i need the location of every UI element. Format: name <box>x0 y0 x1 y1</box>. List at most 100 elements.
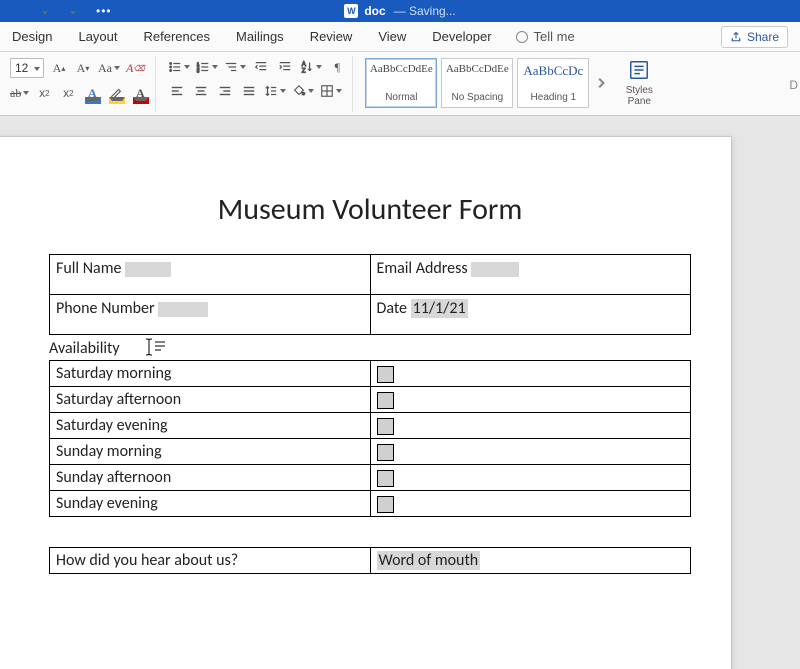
table-row[interactable]: How did you hear about us? Word of mouth <box>50 548 691 574</box>
change-case-icon[interactable]: Aa <box>98 59 120 77</box>
decrease-indent-icon[interactable] <box>252 58 270 76</box>
table-row[interactable]: Saturday afternoon <box>50 387 691 413</box>
highlight-color-icon[interactable] <box>107 84 125 102</box>
availability-table[interactable]: Saturday morning Saturday afternoon Satu… <box>49 360 691 517</box>
sort-icon[interactable]: AZ <box>300 58 322 76</box>
styles-pane-icon <box>628 59 650 81</box>
bullets-icon[interactable] <box>168 58 190 76</box>
styles-pane-label-2: Pane <box>628 96 651 107</box>
text-effects-icon[interactable]: A <box>83 84 101 102</box>
full-name-field[interactable] <box>125 262 171 277</box>
table-row[interactable]: Sunday afternoon <box>50 465 691 491</box>
table-row[interactable]: Saturday morning <box>50 361 691 387</box>
availability-check-cell[interactable] <box>370 387 691 413</box>
align-left-icon[interactable] <box>168 82 186 100</box>
table-row[interactable]: Sunday morning <box>50 439 691 465</box>
align-center-icon[interactable] <box>192 82 210 100</box>
numbering-icon[interactable]: 123 <box>196 58 218 76</box>
tab-developer[interactable]: Developer <box>430 23 493 50</box>
styles-more-icon[interactable] <box>593 74 611 92</box>
checkbox[interactable] <box>377 366 394 383</box>
styles-pane-label-1: Styles <box>626 85 653 96</box>
phone-field[interactable] <box>158 302 208 317</box>
availability-slot[interactable]: Saturday afternoon <box>50 387 371 413</box>
redo-dropdown-icon[interactable] <box>68 4 76 18</box>
date-field[interactable]: 11/1/21 <box>411 299 468 318</box>
clear-formatting-icon[interactable]: A⌫ <box>126 59 145 77</box>
style-preview: AaBbCcDdEe <box>446 63 509 75</box>
page-title: Museum Volunteer Form <box>49 191 691 228</box>
date-cell[interactable]: Date 11/1/21 <box>370 295 691 335</box>
style-label: Heading 1 <box>531 92 577 103</box>
borders-icon[interactable] <box>320 82 342 100</box>
source-question-cell[interactable]: How did you hear about us? <box>50 548 371 574</box>
undo-dropdown-icon[interactable] <box>40 4 48 18</box>
document-page[interactable]: Museum Volunteer Form Full Name Email Ad… <box>0 136 732 669</box>
shading-icon[interactable] <box>292 82 314 100</box>
superscript-icon[interactable]: x2 <box>59 84 77 102</box>
email-label: Email Address <box>377 259 468 278</box>
email-field[interactable] <box>471 262 519 277</box>
align-right-icon[interactable] <box>216 82 234 100</box>
full-name-cell[interactable]: Full Name <box>50 255 371 295</box>
tab-mailings[interactable]: Mailings <box>234 23 286 50</box>
availability-slot[interactable]: Saturday evening <box>50 413 371 439</box>
title-bar: ••• W doc — Saving... <box>0 0 800 22</box>
availability-slot[interactable]: Sunday afternoon <box>50 465 371 491</box>
contact-table[interactable]: Full Name Email Address Phone Number Dat… <box>49 254 691 335</box>
phone-cell[interactable]: Phone Number <box>50 295 371 335</box>
strikethrough-icon[interactable]: ab <box>10 84 29 102</box>
tell-me-search[interactable]: Tell me <box>516 23 575 50</box>
more-icon[interactable]: ••• <box>96 4 112 18</box>
availability-check-cell[interactable] <box>370 465 691 491</box>
availability-check-cell[interactable] <box>370 413 691 439</box>
justify-icon[interactable] <box>240 82 258 100</box>
grow-font-icon[interactable]: A▴ <box>50 59 68 77</box>
table-row[interactable]: Saturday evening <box>50 413 691 439</box>
tab-layout[interactable]: Layout <box>76 23 119 50</box>
tab-view[interactable]: View <box>376 23 408 50</box>
tab-references[interactable]: References <box>142 23 212 50</box>
style-heading-1[interactable]: AaBbCcDc Heading 1 <box>517 58 589 108</box>
availability-slot[interactable]: Sunday evening <box>50 491 371 517</box>
table-row[interactable]: Phone Number Date 11/1/21 <box>50 295 691 335</box>
share-icon <box>730 31 742 43</box>
font-color-icon[interactable]: A <box>131 84 149 102</box>
checkbox[interactable] <box>377 496 394 513</box>
styles-group: AaBbCcDdEe Normal AaBbCcDdEe No Spacing … <box>359 56 669 112</box>
availability-slot[interactable]: Sunday morning <box>50 439 371 465</box>
font-size-input[interactable]: 12 <box>10 58 44 78</box>
tab-review[interactable]: Review <box>308 23 355 50</box>
table-row[interactable]: Full Name Email Address <box>50 255 691 295</box>
source-table[interactable]: How did you hear about us? Word of mouth <box>49 547 691 574</box>
style-no-spacing[interactable]: AaBbCcDdEe No Spacing <box>441 58 513 108</box>
line-spacing-icon[interactable] <box>264 82 286 100</box>
checkbox[interactable] <box>377 392 394 409</box>
checkbox[interactable] <box>377 470 394 487</box>
availability-check-cell[interactable] <box>370 439 691 465</box>
table-row[interactable]: Sunday evening <box>50 491 691 517</box>
word-app-icon: W <box>344 4 358 18</box>
tab-design[interactable]: Design <box>10 23 54 50</box>
style-normal[interactable]: AaBbCcDdEe Normal <box>365 58 437 108</box>
checkbox[interactable] <box>377 444 394 461</box>
style-label: No Spacing <box>451 92 503 103</box>
shrink-font-icon[interactable]: A▾ <box>74 59 92 77</box>
availability-check-cell[interactable] <box>370 361 691 387</box>
show-hide-marks-icon[interactable]: ¶ <box>328 58 346 76</box>
style-label: Normal <box>385 92 417 103</box>
document-name: doc <box>364 4 385 18</box>
multilevel-list-icon[interactable] <box>224 58 246 76</box>
email-cell[interactable]: Email Address <box>370 255 691 295</box>
subscript-icon[interactable]: x2 <box>35 84 53 102</box>
increase-indent-icon[interactable] <box>276 58 294 76</box>
styles-pane-button[interactable]: Styles Pane <box>615 58 663 108</box>
availability-check-cell[interactable] <box>370 491 691 517</box>
style-preview: AaBbCcDdEe <box>370 63 433 75</box>
source-answer-cell[interactable]: Word of mouth <box>370 548 691 574</box>
source-answer-field[interactable]: Word of mouth <box>377 551 481 570</box>
checkbox[interactable] <box>377 418 394 435</box>
style-preview: AaBbCcDc <box>523 63 583 79</box>
availability-slot[interactable]: Saturday morning <box>50 361 371 387</box>
share-button[interactable]: Share <box>721 26 788 48</box>
